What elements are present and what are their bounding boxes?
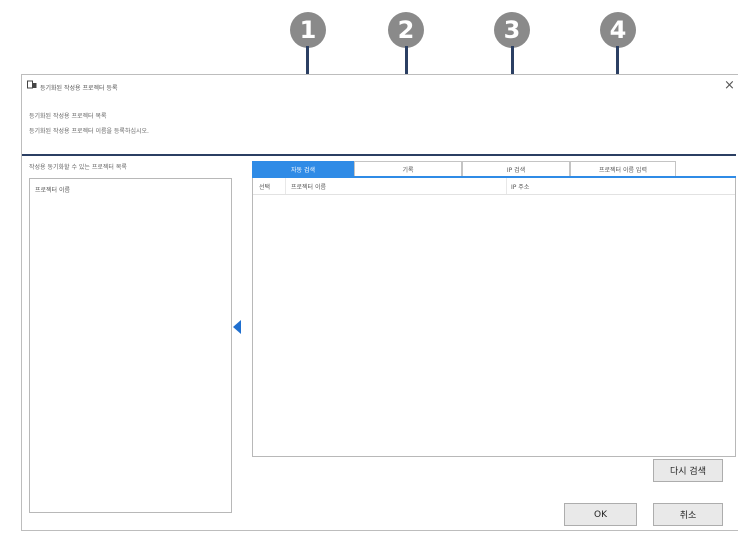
tab-history[interactable]: 기록 — [354, 161, 462, 176]
ok-button[interactable]: OK — [564, 503, 637, 526]
callout-3: 3 — [494, 12, 530, 48]
table-header-divider — [253, 194, 735, 195]
search-tabs: 자동 검색 기록 IP 검색 프로젝터 이름 입력 — [252, 161, 676, 176]
description-text: 등기화된 작성용 프로젝터 이름을 등록하십시오. — [29, 128, 149, 135]
search-results-table[interactable]: 선택 프로젝터 이름 IP 주소 — [252, 178, 736, 457]
callout-4: 4 — [600, 12, 636, 48]
projector-icon — [27, 80, 37, 89]
column-divider — [285, 178, 286, 194]
column-select[interactable]: 선택 — [259, 182, 270, 191]
column-ip-address[interactable]: IP 주소 — [511, 182, 529, 191]
tab-projector-name-entry[interactable]: 프로젝터 이름 입력 — [570, 161, 676, 176]
header-separator — [22, 154, 736, 156]
available-projectors-label: 작성용 동기화할 수 있는 프로젝터 목록 — [29, 164, 127, 171]
callout-1: 1 — [290, 12, 326, 48]
registered-projector-list[interactable]: 프로젝터 이름 — [29, 178, 232, 513]
window-title: 등기화된 작성용 프로젝터 등록 — [40, 85, 118, 92]
cancel-button[interactable]: 취소 — [653, 503, 723, 526]
move-left-arrow-icon[interactable] — [233, 320, 241, 334]
tab-ip-search[interactable]: IP 검색 — [462, 161, 570, 176]
column-projector-name[interactable]: 프로젝터 이름 — [291, 182, 326, 191]
tab-auto-search[interactable]: 자동 검색 — [252, 161, 354, 176]
column-divider — [506, 178, 507, 194]
projector-name-header: 프로젝터 이름 — [35, 187, 71, 194]
description-heading: 등기화된 작성용 프로젝터 목록 — [29, 113, 107, 120]
rescan-button[interactable]: 다시 검색 — [653, 459, 723, 482]
close-icon[interactable]: × — [724, 78, 735, 93]
dialog-window: 등기화된 작성용 프로젝터 등록 × 등기화된 작성용 프로젝터 목록 등기화된… — [21, 74, 738, 531]
callout-2: 2 — [388, 12, 424, 48]
